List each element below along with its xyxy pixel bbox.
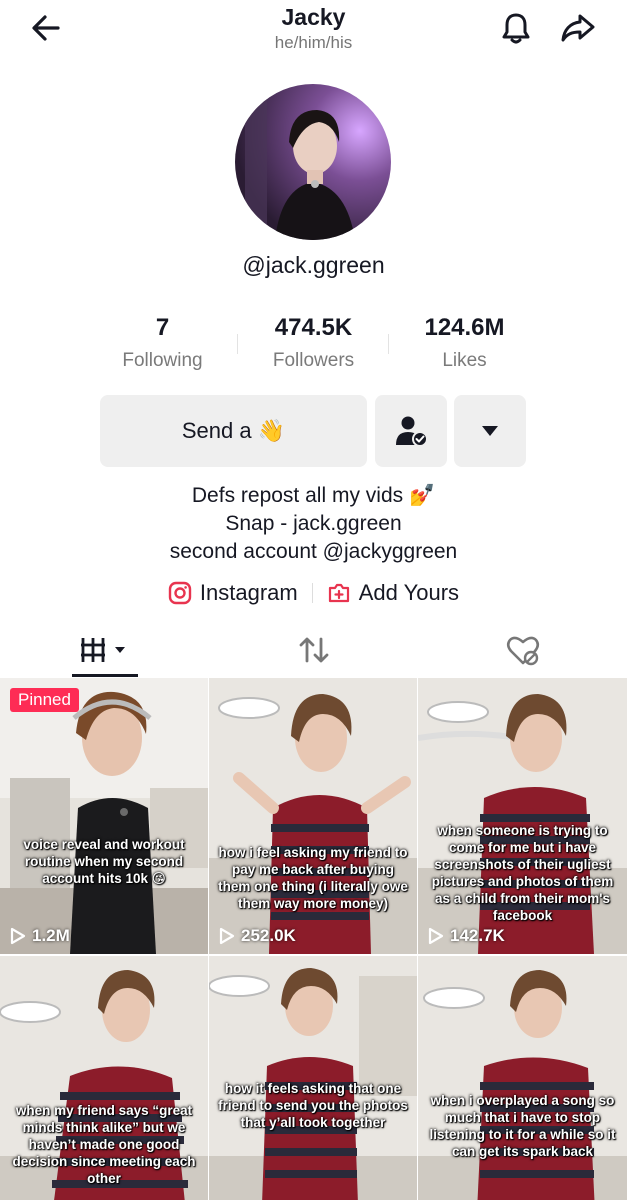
video-thumbnail[interactable]: when my friend says “great minds think a… <box>0 956 208 1200</box>
title-block: Jacky he/him/his <box>180 2 447 54</box>
pronouns: he/him/his <box>274 33 353 52</box>
video-thumbnail[interactable]: how it feels asking that one friend to s… <box>209 956 417 1200</box>
view-count: 1.2M <box>10 926 70 946</box>
hidden-likes-icon <box>506 636 539 666</box>
back-arrow-icon <box>32 15 60 41</box>
play-icon <box>428 927 444 945</box>
username: @jack.ggreen <box>242 252 385 278</box>
video-thumbnail[interactable]: when i overplayed a song so much that i … <box>418 956 627 1200</box>
pinned-badge: Pinned <box>10 688 79 712</box>
avatar[interactable] <box>235 84 391 240</box>
video-caption: when my friend says “great minds think a… <box>12 1103 196 1186</box>
profile-links: Instagram Add Yours <box>0 580 627 606</box>
thumbnail-image <box>209 956 417 1200</box>
friends-button[interactable] <box>375 395 447 467</box>
instagram-icon <box>168 581 192 605</box>
stat-likes[interactable]: 124.6M Likes <box>389 312 540 382</box>
notifications-button[interactable] <box>494 8 538 48</box>
bio-line: Defs repost all my vids 💅 <box>191 484 436 507</box>
caret-down-icon <box>482 426 498 436</box>
stat-following[interactable]: 7 Following <box>87 312 238 382</box>
bio-line: second account @jackyggreen <box>169 540 458 563</box>
thumbnail-image <box>209 678 417 954</box>
avatar-image <box>235 84 391 240</box>
add-yours-label: Add Yours <box>358 580 460 605</box>
thumbnail-image <box>418 956 627 1200</box>
stat-followers[interactable]: 474.5K Followers <box>238 312 389 382</box>
person-check-icon <box>396 416 428 447</box>
back-button[interactable] <box>24 8 68 48</box>
tab-reposts[interactable] <box>209 622 418 678</box>
stat-label: Following <box>122 350 203 371</box>
instagram-link[interactable]: Instagram <box>168 580 298 606</box>
video-caption: voice reveal and workout routine when my… <box>23 837 185 886</box>
share-arrow-icon <box>561 14 595 42</box>
thumbnail-image <box>0 678 208 954</box>
view-count-value: 252.0K <box>241 926 296 945</box>
tab-liked[interactable] <box>418 622 627 678</box>
videos-grid-icon <box>80 638 125 662</box>
stat-value: 474.5K <box>274 314 353 341</box>
view-count: 252.0K <box>219 926 296 946</box>
video-caption: when i overplayed a song so much that i … <box>429 1093 616 1159</box>
bell-icon <box>502 13 530 44</box>
view-count: 142.7K <box>428 926 505 946</box>
top-bar: Jacky he/him/his <box>0 0 627 70</box>
bio: Defs repost all my vids 💅 Snap - jack.gg… <box>0 482 627 566</box>
play-icon <box>219 927 235 945</box>
active-tab-indicator <box>72 674 138 677</box>
view-count-value: 1.2M <box>32 926 70 945</box>
view-count-value: 142.7K <box>450 926 505 945</box>
tab-videos[interactable] <box>0 622 209 678</box>
video-caption: how it feels asking that one friend to s… <box>218 1081 408 1130</box>
stat-value: 124.6M <box>424 314 505 341</box>
video-thumbnail[interactable]: when someone is trying to come for me bu… <box>418 678 627 954</box>
video-thumbnail[interactable]: Pinned voice reveal and workout routine … <box>0 678 208 954</box>
video-grid: Pinned voice reveal and workout routine … <box>0 678 627 1200</box>
play-icon <box>10 927 26 945</box>
send-wave-button[interactable]: Send a 👋 <box>100 395 367 467</box>
profile-name: Jacky <box>281 4 346 30</box>
video-caption: how i feel asking my friend to pay me ba… <box>218 845 408 911</box>
video-caption: when someone is trying to come for me bu… <box>431 823 614 923</box>
more-options-button[interactable] <box>454 395 526 467</box>
stat-value: 7 <box>155 314 170 341</box>
add-yours-icon <box>328 583 349 603</box>
content-tabs <box>0 622 627 678</box>
share-button[interactable] <box>556 8 600 48</box>
repost-icon <box>299 637 328 663</box>
instagram-label: Instagram <box>199 580 298 605</box>
bio-line: Snap - jack.ggreen <box>225 512 402 535</box>
stat-label: Followers <box>272 350 355 371</box>
add-yours-link[interactable]: Add Yours <box>327 580 459 606</box>
stat-label: Likes <box>442 350 487 371</box>
stats-row: 7 Following 474.5K Followers 124.6M Like… <box>87 312 540 382</box>
video-thumbnail[interactable]: how i feel asking my friend to pay me ba… <box>209 678 417 954</box>
divider <box>311 583 313 603</box>
